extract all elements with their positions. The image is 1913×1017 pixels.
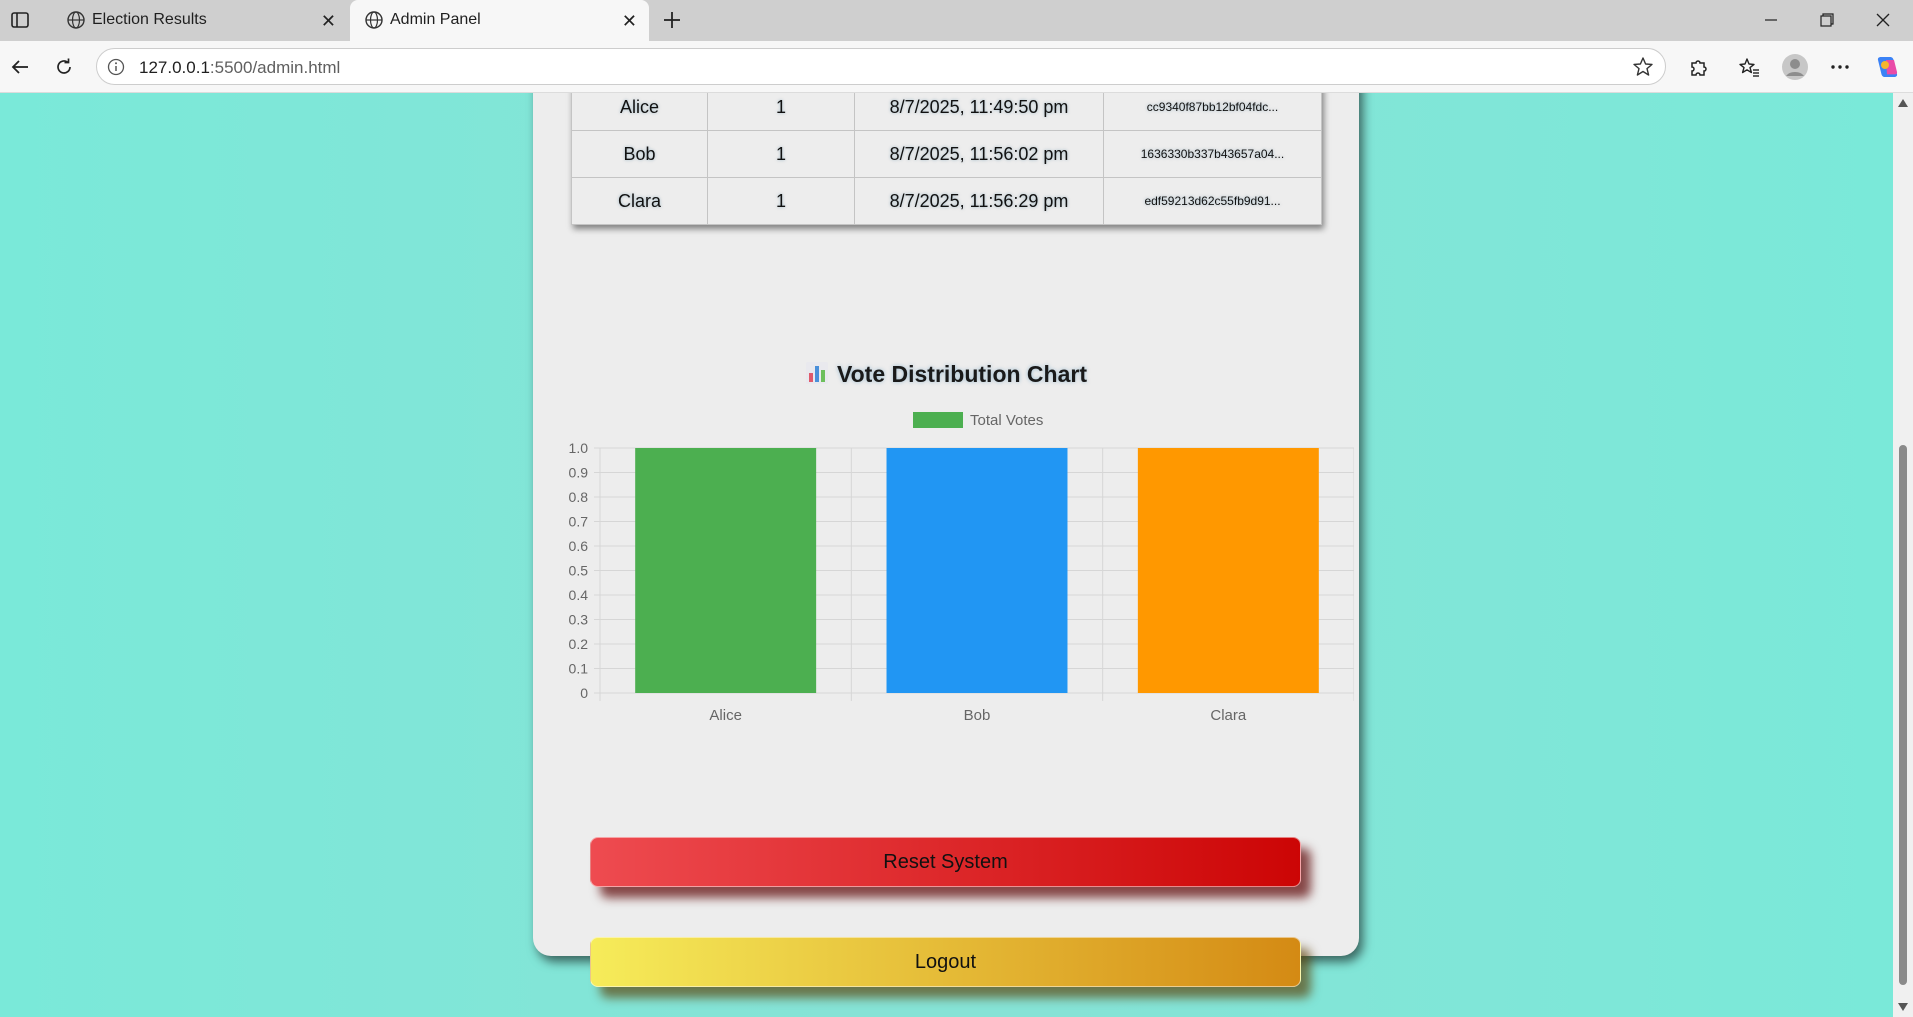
tab-actions-button[interactable] [0,0,40,40]
globe-icon [365,11,383,29]
close-window-button[interactable] [1860,0,1906,40]
votes-table: Alice 1 8/7/2025, 11:49:50 pm cc9340f87b… [571,93,1322,225]
candidate-cell: Clara [571,177,708,225]
y-tick-label: 0.6 [569,538,589,554]
profile-button[interactable] [1779,51,1811,83]
url-host: 127.0.0.1 [139,58,210,77]
time-cell: 8/7/2025, 11:49:50 pm [854,93,1104,131]
candidate-cell: Alice [571,93,708,131]
globe-icon [67,11,85,29]
y-tick-label: 0.1 [569,661,589,677]
reload-icon [57,58,71,74]
x-tick-label: Clara [1210,707,1247,724]
y-tick-label: 0.7 [569,514,589,530]
restore-icon [1820,13,1834,27]
url-path: :5500/admin.html [209,58,341,77]
chart-title: Vote Distribution Chart [836,361,1087,387]
tab-actions-icon [11,12,29,28]
plus-icon [664,12,680,28]
browser-toolbar: 127.0.0.1:5500/admin.html [0,41,1913,93]
bar [886,448,1068,693]
back-arrow-icon [11,60,28,74]
tab-strip: Election Results ✕ Admin Panel ✕ [0,0,1913,41]
back-button[interactable] [4,51,36,83]
tab-title: Election Results [92,11,207,28]
close-icon [1876,13,1890,27]
time-cell: 8/7/2025, 11:56:29 pm [854,177,1104,225]
hash-cell: cc9340f87bb12bf04fdc... [1103,93,1322,131]
copilot-icon [1877,57,1898,77]
legend-swatch [913,412,963,428]
address-bar[interactable]: 127.0.0.1:5500/admin.html [96,48,1666,85]
y-tick-label: 0.5 [569,563,589,579]
y-tick-label: 0 [580,685,588,701]
puzzle-icon [1691,60,1707,76]
scroll-up-arrow-icon[interactable] [1898,99,1908,107]
reset-system-button[interactable]: Reset System [590,837,1301,887]
y-tick-label: 0.4 [569,587,589,603]
table-row: Alice 1 8/7/2025, 11:49:50 pm cc9340f87b… [571,93,1322,131]
hash-cell: edf59213d62c55fb9d91... [1103,177,1322,225]
more-options-button[interactable] [1824,51,1856,83]
vote-distribution-chart: 0 0.1 0.2 0.3 0.4 0.5 0.6 0.7 0.8 0.9 1.0 Alice Bob C… [569,412,1354,724]
legend-label: Total Votes [970,412,1043,429]
chart-heading: Vote Distribution Chart [533,361,1359,388]
bar [1137,448,1319,693]
page-viewport: Alice 1 8/7/2025, 11:49:50 pm cc9340f87b… [0,93,1893,1017]
restore-button[interactable] [1804,0,1850,40]
tab-title: Admin Panel [390,11,481,28]
hash-cell: 1636330b337b43657a04... [1103,130,1322,178]
close-icon[interactable]: ✕ [321,11,336,32]
new-tab-button[interactable] [656,4,688,36]
avatar-icon [1782,54,1808,80]
close-icon[interactable]: ✕ [622,11,637,32]
bar-chart-icon [805,362,828,384]
star-icon[interactable] [1631,55,1655,79]
vertical-scrollbar[interactable] [1893,93,1913,1017]
x-tick-label: Bob [964,707,991,724]
extensions-button[interactable] [1682,51,1714,83]
scroll-down-arrow-icon[interactable] [1898,1003,1908,1011]
logout-button[interactable]: Logout [590,937,1301,987]
candidate-cell: Bob [571,130,708,178]
admin-panel-card: Alice 1 8/7/2025, 11:49:50 pm cc9340f87b… [533,93,1359,987]
y-tick-label: 0.2 [569,636,589,652]
votes-cell: 1 [707,130,855,178]
favorites-button[interactable] [1733,51,1765,83]
tab-admin-panel[interactable]: Admin Panel ✕ [350,0,649,41]
url-text: 127.0.0.1:5500/admin.html [139,58,340,78]
table-row: Bob 1 8/7/2025, 11:56:02 pm 1636330b337b… [571,130,1322,178]
y-tick-label: 0.3 [569,612,589,628]
x-tick-label: Alice [709,707,742,724]
votes-cell: 1 [707,177,855,225]
minimize-icon [1765,19,1777,21]
bar [635,448,817,693]
time-cell: 8/7/2025, 11:56:02 pm [854,130,1104,178]
table-row: Clara 1 8/7/2025, 11:56:29 pm edf59213d6… [571,177,1322,225]
y-tick-label: 0.9 [569,465,589,481]
scrollbar-thumb[interactable] [1899,445,1907,985]
votes-cell: 1 [707,93,855,131]
more-icon [1831,65,1849,69]
copilot-button[interactable] [1872,51,1904,83]
tab-election-results[interactable]: Election Results ✕ [52,0,348,41]
reload-button[interactable] [48,51,80,83]
info-icon[interactable] [107,58,125,76]
browser-window: Election Results ✕ Admin Panel ✕ 127.0.0… [0,0,1913,1017]
favorites-icon [1739,58,1759,77]
y-tick-label: 0.8 [569,489,589,505]
minimize-button[interactable] [1748,0,1794,40]
y-tick-label: 1.0 [569,440,589,456]
